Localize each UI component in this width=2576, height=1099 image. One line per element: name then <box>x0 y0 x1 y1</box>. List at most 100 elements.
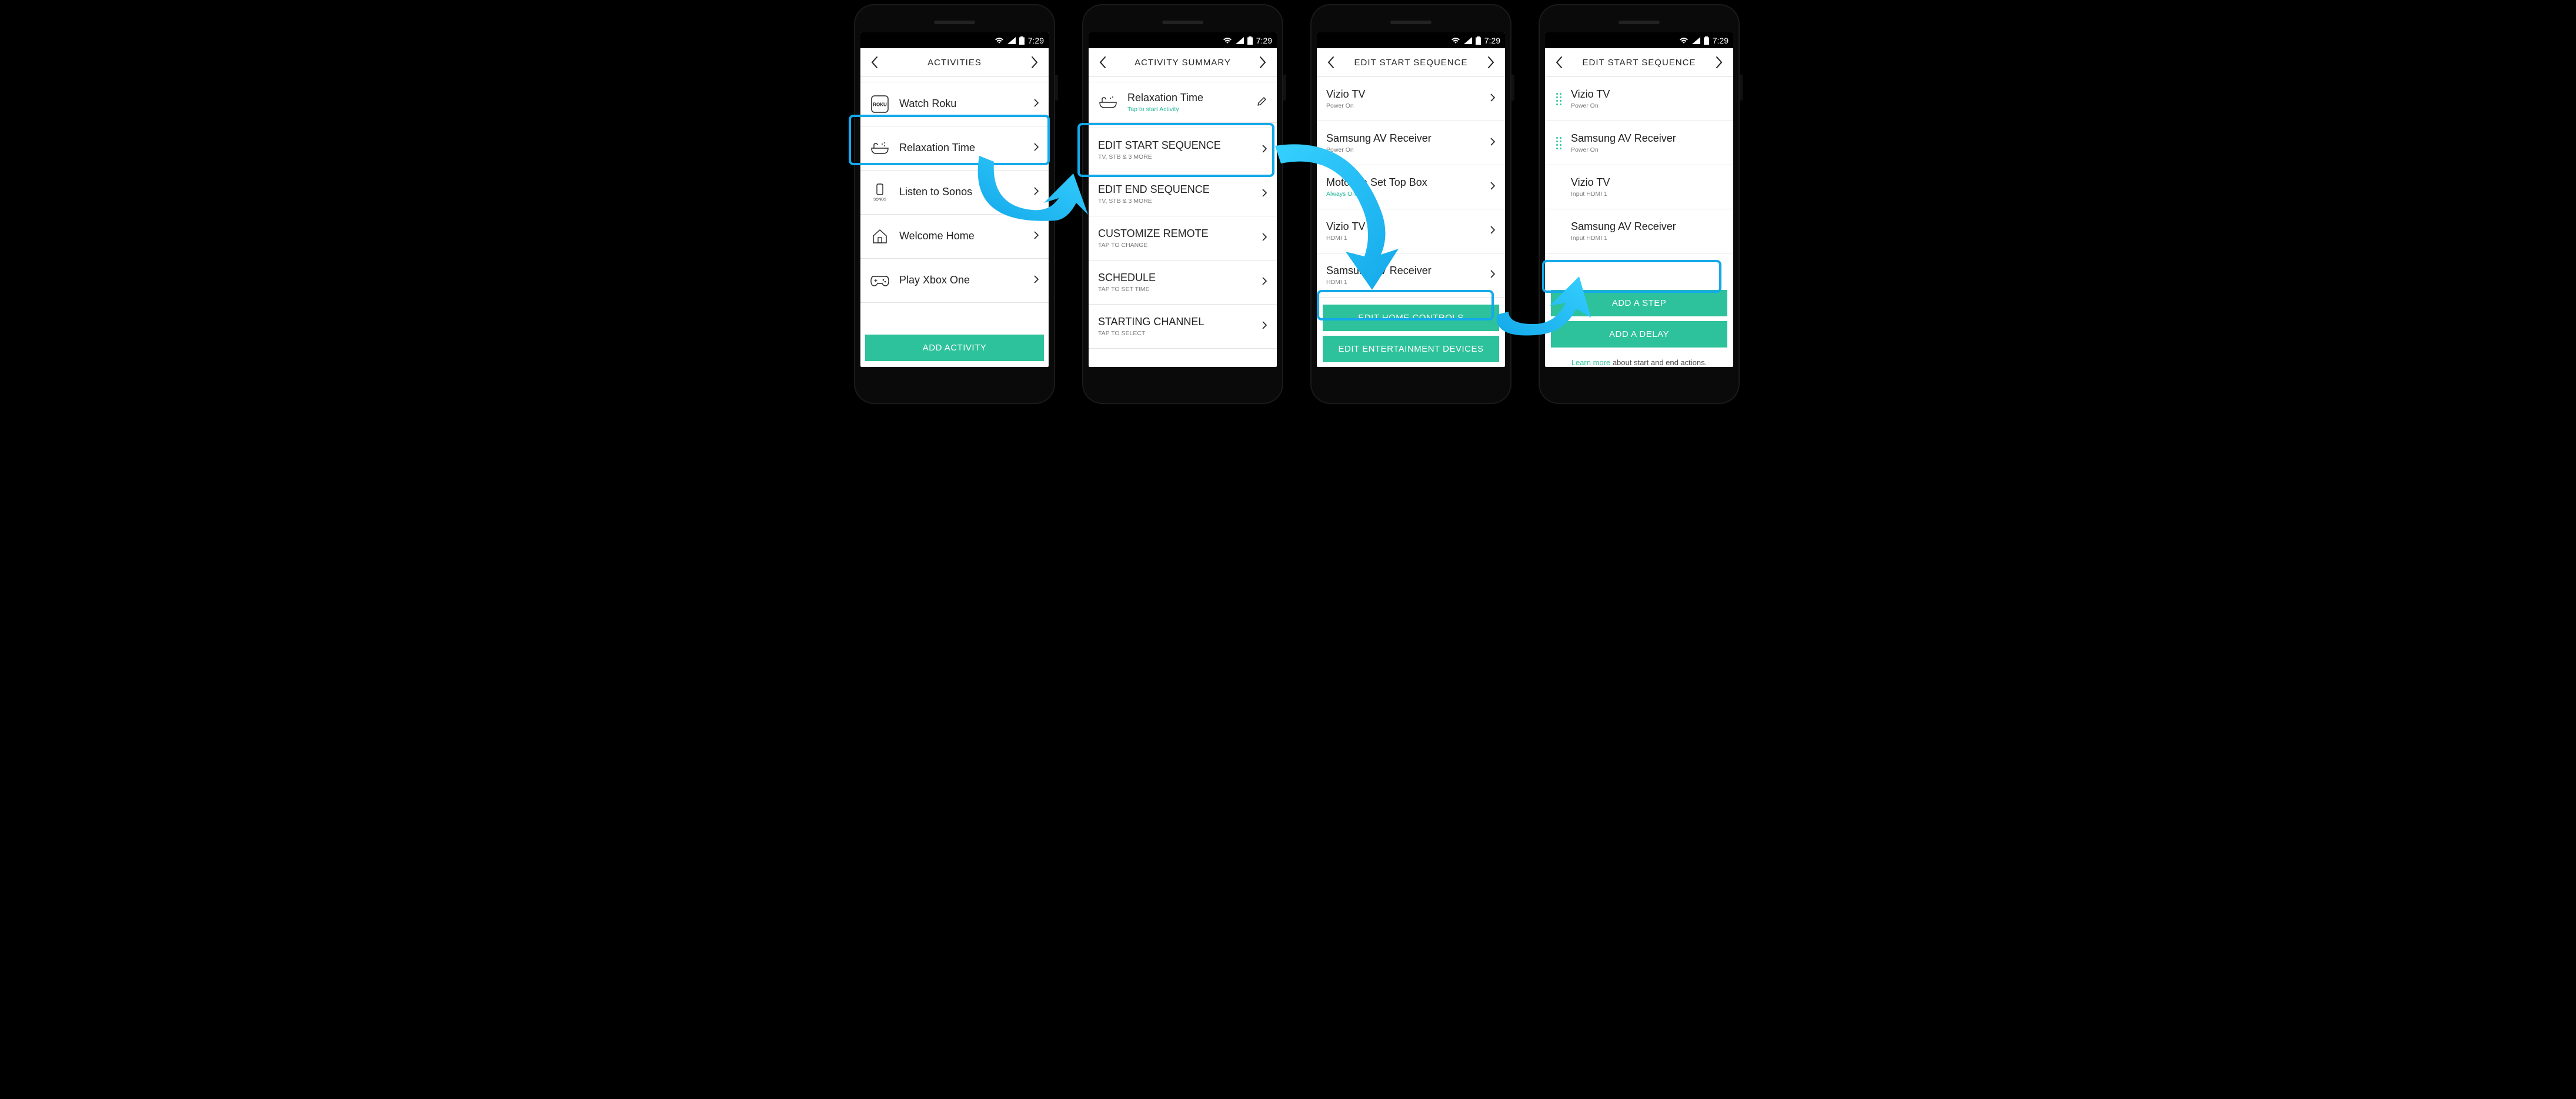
forward-button[interactable] <box>1026 51 1043 74</box>
device-sub: Power On <box>1326 102 1485 109</box>
wifi-icon <box>1679 37 1689 44</box>
footnote: Learn more about start and end actions. <box>1545 352 1733 367</box>
phone-edit-start-2: 7:29 EDIT START SEQUENCE Vizio TVPower O… <box>1539 4 1740 404</box>
sequence-row[interactable]: Motorola Set Top BoxAlways On <box>1317 165 1505 209</box>
activity-row-welcome-home[interactable]: Welcome Home <box>860 215 1049 259</box>
edit-entertainment-devices-button[interactable]: EDIT ENTERTAINMENT DEVICES <box>1323 336 1499 362</box>
activity-name: Relaxation Time <box>1127 92 1252 105</box>
row-sub: TV, STB & 3 MORE <box>1098 198 1257 205</box>
wifi-icon <box>995 37 1004 44</box>
row-sub: TAP TO SET TIME <box>1098 286 1257 293</box>
forward-button[interactable] <box>1483 51 1499 74</box>
sequence-row[interactable]: Vizio TVPower On <box>1545 77 1733 121</box>
sequence-row[interactable]: Vizio TVHDMI 1 <box>1317 209 1505 253</box>
status-time: 7:29 <box>1713 36 1729 45</box>
sequence-row[interactable]: Samsung AV ReceiverInput HDMI 1 <box>1545 209 1733 253</box>
edit-end-sequence-row[interactable]: EDIT END SEQUENCETV, STB & 3 MORE <box>1089 172 1277 216</box>
back-button[interactable] <box>1551 51 1567 74</box>
screen-summary: 7:29 ACTIVITY SUMMARY Relaxation Time Ta… <box>1089 32 1277 367</box>
row-sub: TV, STB & 3 MORE <box>1098 153 1257 161</box>
edit-start-sequence-row[interactable]: EDIT START SEQUENCETV, STB & 3 MORE <box>1089 128 1277 172</box>
header-title: ACTIVITIES <box>883 58 1026 68</box>
device-label: Samsung AV Receiver <box>1571 132 1724 145</box>
add-activity-button[interactable]: ADD ACTIVITY <box>865 335 1044 361</box>
activity-label: Play Xbox One <box>899 274 1029 287</box>
sequence-row[interactable]: Vizio TV Input HDMI 1 <box>1545 165 1733 209</box>
forward-button[interactable] <box>1711 51 1727 74</box>
activity-row-relaxation[interactable]: Relaxation Time <box>860 126 1049 171</box>
sequence-row[interactable]: Vizio TVPower On <box>1317 77 1505 121</box>
chevron-left-icon <box>1099 56 1107 69</box>
phone-earpiece <box>934 21 975 24</box>
sequence-row[interactable]: Samsung AV ReceiverHDMI 1 <box>1317 253 1505 298</box>
screen-activities: 7:29 ACTIVITIES ROKU Watch Roku Relaxati… <box>860 32 1049 367</box>
add-step-button[interactable]: ADD A STEP <box>1551 290 1727 316</box>
screen-edit-start-2: 7:29 EDIT START SEQUENCE Vizio TVPower O… <box>1545 32 1733 367</box>
activity-header-row[interactable]: Relaxation Time Tap to start Activity <box>1089 82 1277 123</box>
wifi-icon <box>1451 37 1460 44</box>
chevron-left-icon <box>1327 56 1335 69</box>
gamepad-icon <box>870 270 890 290</box>
chevron-right-icon <box>1490 137 1496 149</box>
header-title: EDIT START SEQUENCE <box>1339 58 1483 68</box>
status-time: 7:29 <box>1256 36 1272 45</box>
chevron-right-icon <box>1262 232 1267 245</box>
battery-icon <box>1019 36 1025 45</box>
phone-power-button <box>1740 75 1743 101</box>
chevron-right-icon <box>1030 56 1039 69</box>
statusbar: 7:29 <box>1317 32 1505 48</box>
chevron-left-icon <box>870 56 879 69</box>
phone-activity-summary: 7:29 ACTIVITY SUMMARY Relaxation Time Ta… <box>1082 4 1283 404</box>
back-button[interactable] <box>1323 51 1339 74</box>
chevron-right-icon <box>1033 275 1039 287</box>
edit-home-controls-button[interactable]: EDIT HOME CONTROLS <box>1323 305 1499 331</box>
footnote-text: about start and end actions. <box>1610 358 1707 367</box>
chevron-right-icon <box>1033 142 1039 155</box>
activity-label: Relaxation Time <box>899 142 1029 155</box>
activity-row-watch-roku[interactable]: ROKU Watch Roku <box>860 82 1049 126</box>
chevron-left-icon <box>1555 56 1563 69</box>
device-label: Motorola Set Top Box <box>1326 176 1485 189</box>
chevron-right-icon <box>1490 225 1496 238</box>
header: EDIT START SEQUENCE <box>1317 48 1505 77</box>
activity-row-xbox[interactable]: Play Xbox One <box>860 259 1049 303</box>
header-title: EDIT START SEQUENCE <box>1567 58 1711 68</box>
activity-label: Listen to Sonos <box>899 186 1029 199</box>
header-title: ACTIVITY SUMMARY <box>1111 58 1254 68</box>
sequence-row[interactable]: Samsung AV ReceiverPower On <box>1545 121 1733 165</box>
row-sub: TAP TO CHANGE <box>1098 242 1257 249</box>
signal-icon <box>1464 37 1472 44</box>
schedule-row[interactable]: SCHEDULETAP TO SET TIME <box>1089 260 1277 305</box>
forward-button[interactable] <box>1254 51 1271 74</box>
phone-activities: 7:29 ACTIVITIES ROKU Watch Roku Relaxati… <box>854 4 1055 404</box>
bath-icon <box>870 138 890 158</box>
phone-earpiece <box>1619 21 1660 24</box>
chevron-right-icon <box>1262 144 1267 156</box>
svg-text:SONOS: SONOS <box>873 198 886 202</box>
device-sub: Input HDMI 1 <box>1571 191 1724 198</box>
statusbar: 7:29 <box>1089 32 1277 48</box>
row-label: SCHEDULE <box>1098 272 1257 285</box>
device-sub: Power On <box>1326 146 1485 153</box>
row-label: CUSTOMIZE REMOTE <box>1098 228 1257 240</box>
customize-remote-row[interactable]: CUSTOMIZE REMOTE TAP TO CHANGE <box>1089 216 1277 260</box>
starting-channel-row[interactable]: STARTING CHANNELTAP TO SELECT <box>1089 305 1277 349</box>
device-label: Vizio TV <box>1326 88 1485 101</box>
activity-row-sonos[interactable]: SONOS Listen to Sonos <box>860 171 1049 215</box>
sequence-row[interactable]: Samsung AV ReceiverPower On <box>1317 121 1505 165</box>
reorder-handle-icon[interactable] <box>1554 93 1563 105</box>
row-sub: TAP TO SELECT <box>1098 330 1257 337</box>
back-button[interactable] <box>1095 51 1111 74</box>
statusbar: 7:29 <box>860 32 1049 48</box>
edit-icon[interactable] <box>1257 96 1267 109</box>
reorder-handle-icon[interactable] <box>1554 137 1563 149</box>
chevron-right-icon <box>1487 56 1495 69</box>
back-button[interactable] <box>866 51 883 74</box>
phone-edit-start-1: 7:29 EDIT START SEQUENCE Vizio TVPower O… <box>1310 4 1511 404</box>
device-label: Vizio TV <box>1571 88 1724 101</box>
roku-icon: ROKU <box>870 94 890 114</box>
learn-more-link[interactable]: Learn more <box>1571 358 1610 367</box>
screen-edit-start-1: 7:29 EDIT START SEQUENCE Vizio TVPower O… <box>1317 32 1505 367</box>
device-label: Vizio TV <box>1571 176 1724 189</box>
add-delay-button[interactable]: ADD A DELAY <box>1551 321 1727 348</box>
